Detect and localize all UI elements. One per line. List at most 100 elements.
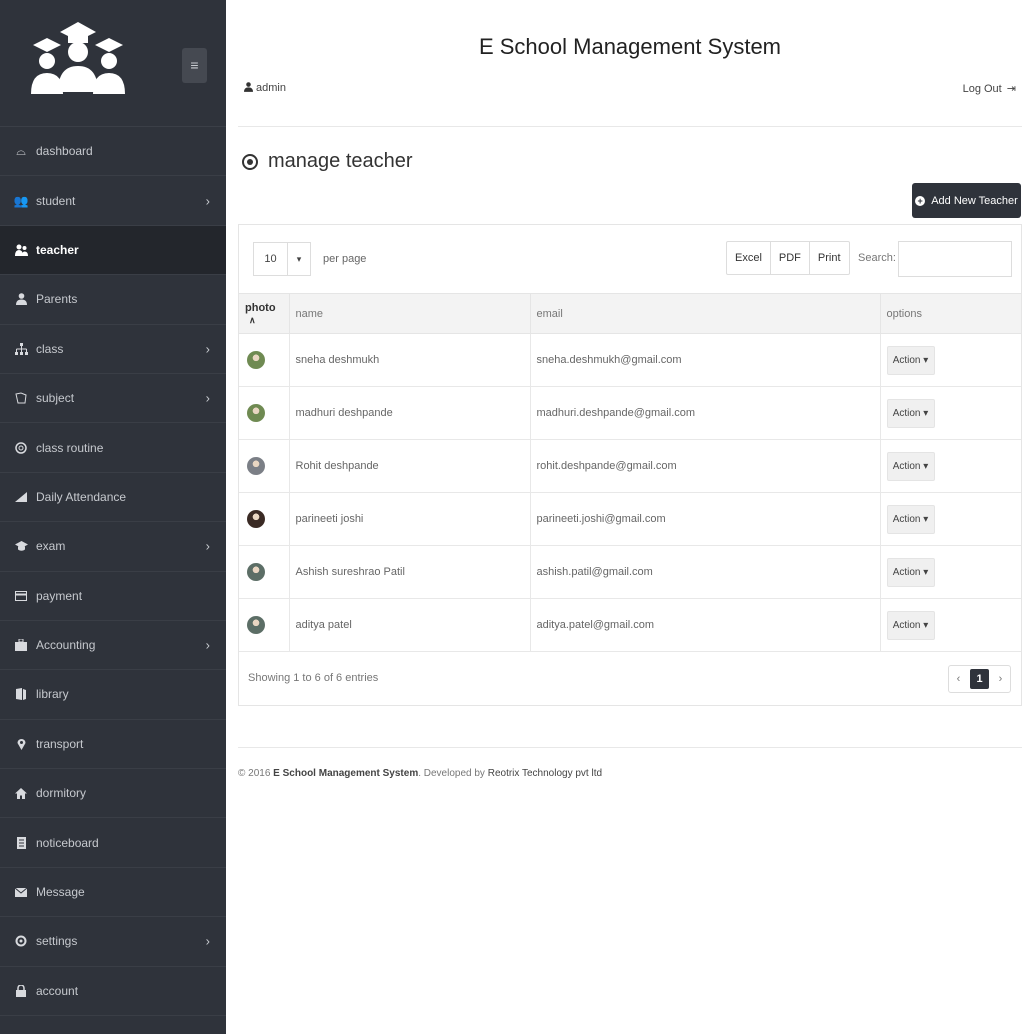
options-cell: Action ▾ (880, 545, 1021, 599)
chevron-right-icon: › (205, 193, 210, 209)
chevron-right-icon: › (205, 637, 210, 653)
sidebar-item-message[interactable]: Message (0, 868, 226, 918)
logo-area: ≡ (0, 0, 226, 127)
header-divider (238, 126, 1022, 127)
per-page-select[interactable]: 10 (253, 242, 288, 276)
avatar (247, 457, 265, 475)
circle-dot-icon (242, 153, 258, 170)
table-toolbar: 10 ▾ per page Excel PDF Print Search: (239, 225, 1021, 293)
sidebar-item-parents[interactable]: Parents (0, 275, 226, 325)
add-teacher-button[interactable]: + Add New Teacher (912, 183, 1021, 218)
current-user[interactable]: admin (244, 82, 286, 94)
avatar (247, 404, 265, 422)
sidebar-item-settings[interactable]: settings › (0, 917, 226, 967)
name-cell: sneha deshmukh (289, 333, 531, 387)
sidebar-item-label: library (36, 687, 69, 702)
avatar (247, 616, 265, 634)
sidebar-item-label: student (36, 193, 76, 208)
name-cell: Rohit deshpande (289, 439, 531, 493)
action-label: Action (892, 619, 921, 631)
column-header-photo[interactable]: photo ∧ (239, 293, 290, 334)
email-cell: ashish.patil@gmail.com (530, 545, 881, 599)
life-ring-icon (14, 441, 28, 455)
credit-card-icon (14, 589, 28, 603)
sidebar-item-daily-attendance[interactable]: Daily Attendance (0, 473, 226, 523)
sidebar-item-transport[interactable]: transport (0, 720, 226, 770)
sidebar-item-dashboard[interactable]: ⌓ dashboard (0, 127, 226, 177)
copyright-prefix: © 2016 (238, 768, 274, 779)
table-row: parineeti joshi parineeti.joshi@gmail.com… (239, 492, 1021, 546)
per-page-label: per page (323, 253, 367, 265)
map-marker-icon (14, 737, 28, 751)
sidebar-item-label: subject (36, 391, 75, 406)
teacher-icon (14, 243, 28, 257)
sidebar-item-label: Parents (36, 292, 78, 307)
chevron-right-icon: › (205, 538, 210, 554)
sidebar-item-noticeboard[interactable]: noticeboard (0, 818, 226, 868)
options-cell: Action ▾ (880, 439, 1021, 493)
action-dropdown-button[interactable]: Action ▾ (886, 504, 935, 534)
menu-toggle-button[interactable]: ≡ (182, 48, 207, 83)
action-dropdown-button[interactable]: Action ▾ (886, 557, 935, 587)
export-pdf-button[interactable]: PDF (771, 242, 810, 274)
photo-cell (239, 598, 290, 652)
sidebar-item-exam[interactable]: exam › (0, 522, 226, 572)
copyright: © 2016 E School Management System. Devel… (238, 768, 602, 779)
name-cell: aditya patel (289, 598, 531, 652)
logout-label: Log Out (962, 83, 1002, 95)
sidebar-item-label: account (36, 983, 79, 998)
sidebar-item-accounting[interactable]: Accounting › (0, 621, 226, 671)
entries-info: Showing 1 to 6 of 6 entries (248, 672, 379, 684)
user-icon (14, 292, 28, 306)
copyright-brand: E School Management System (273, 768, 419, 779)
avatar (247, 563, 265, 581)
print-button[interactable]: Print (810, 242, 849, 274)
column-header-name[interactable]: name (289, 293, 531, 334)
sidebar-item-dormitory[interactable]: dormitory (0, 769, 226, 819)
action-dropdown-button[interactable]: Action ▾ (886, 451, 935, 481)
plus-circle-icon: + (915, 195, 926, 206)
home-icon (14, 786, 28, 800)
options-cell: Action ▾ (880, 386, 1021, 440)
photo-cell (239, 386, 290, 440)
pagination-prev[interactable]: ‹ (949, 666, 968, 692)
sidebar-item-library[interactable]: library (0, 670, 226, 720)
table-row: Ashish sureshrao Patil ashish.patil@gmail… (239, 545, 1021, 599)
options-cell: Action ▾ (880, 598, 1021, 652)
page-title: manage teacher (242, 150, 413, 173)
chevron-right-icon: › (205, 341, 210, 357)
sidebar-item-account[interactable]: account (0, 967, 226, 1017)
column-header-email[interactable]: email (530, 293, 881, 334)
sidebar-item-label: dormitory (36, 786, 87, 801)
caret-down-icon: ▾ (923, 566, 929, 578)
pagination: ‹ 1 › (948, 665, 1011, 693)
pagination-next[interactable]: › (991, 666, 1010, 692)
avatar (247, 510, 265, 528)
sidebar-item-student[interactable]: 👥 student › (0, 176, 226, 226)
action-dropdown-button[interactable]: Action ▾ (886, 610, 935, 640)
chevron-down-icon[interactable]: ▾ (288, 242, 311, 276)
book-icon (14, 391, 28, 405)
options-cell: Action ▾ (880, 333, 1021, 387)
name-cell: madhuri deshpande (289, 386, 531, 440)
sidebar-item-teacher[interactable]: teacher (0, 225, 226, 276)
photo-cell (239, 492, 290, 546)
search-input[interactable] (898, 241, 1012, 277)
sidebar-item-payment[interactable]: payment (0, 572, 226, 621)
logout-link[interactable]: Log Out ⇥ (963, 82, 1016, 95)
sidebar-item-class-routine[interactable]: class routine (0, 423, 226, 473)
caret-down-icon: ▾ (923, 407, 929, 419)
caret-down-icon: ▾ (923, 619, 929, 631)
options-cell: Action ▾ (880, 492, 1021, 546)
column-header-label: photo (245, 301, 276, 314)
sidebar-item-class[interactable]: class › (0, 325, 226, 374)
sidebar-item-label: settings (36, 934, 78, 949)
action-dropdown-button[interactable]: Action ▾ (886, 398, 935, 428)
column-header-options[interactable]: options (880, 293, 1021, 334)
action-dropdown-button[interactable]: Action ▾ (886, 345, 935, 375)
sidebar-item-subject[interactable]: subject › (0, 374, 226, 424)
pagination-page-current[interactable]: 1 (970, 669, 989, 689)
school-logo-icon (31, 22, 125, 94)
export-excel-button[interactable]: Excel (727, 242, 771, 274)
name-cell: parineeti joshi (289, 492, 531, 546)
